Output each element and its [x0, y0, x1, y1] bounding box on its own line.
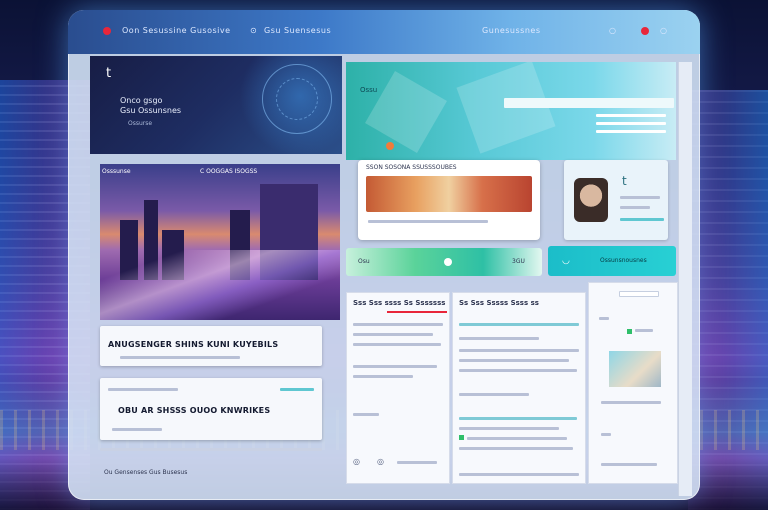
section-right-heading: Ss Sss Sssss Ssss ss	[459, 299, 539, 307]
left-column: t Onco gsgo Gsu Ossunsnes Ossurse Osssun…	[90, 56, 342, 500]
teal-bar-text: Ossunsnousnes	[600, 257, 647, 264]
content-column-center: Ss Sss Sssss Ssss ss	[452, 292, 586, 484]
green-bar-value: Osu	[358, 258, 370, 265]
close-icon[interactable]	[103, 27, 111, 35]
scrollbar[interactable]	[678, 62, 692, 496]
article-card-1[interactable]: ANUGSENGER SHINS KUNI KUYEBILS	[100, 326, 322, 366]
back-icon[interactable]: t	[106, 66, 111, 81]
red-accent-line	[387, 311, 447, 313]
profile-glyph: t	[622, 174, 627, 188]
green-bar-code: 3GU	[512, 258, 525, 265]
profile-card[interactable]: t	[564, 160, 668, 240]
play-icon[interactable]	[444, 258, 452, 266]
titlebar-left-text: Oon Sesussine Gusosive	[122, 26, 231, 35]
city-image	[100, 164, 340, 320]
record-icon[interactable]	[641, 27, 649, 35]
sidebar-right	[588, 282, 678, 484]
banner-marker	[386, 142, 394, 150]
settings-icon[interactable]: ○	[609, 26, 616, 35]
top-banner: Ossu	[346, 62, 676, 160]
food-card[interactable]: SSON SOSONA SSUSSSOUBES	[358, 160, 540, 240]
status-dot-icon	[459, 435, 464, 440]
titlebar-right-text: Gunesussnes	[482, 26, 541, 35]
section-left-heading: Sss Sss ssss Ss Sssssss	[353, 299, 446, 307]
food-card-label: SSON SOSONA SSUSSSOUBES	[366, 164, 457, 171]
like-icon[interactable]: ◎	[353, 457, 360, 466]
sidebar-thumbnail[interactable]	[609, 351, 661, 387]
titlebar-center-text: Gsu Suensesus	[264, 26, 332, 35]
comment-icon[interactable]: ◎	[377, 457, 384, 466]
share-icon[interactable]: ◡	[562, 256, 570, 266]
city-caption-left: Osssunse	[102, 168, 131, 175]
hero-line-2: Gsu Ossunsnes	[120, 106, 182, 115]
hero-line-3: Ossurse	[128, 120, 153, 127]
content-column-left: Sss Sss ssss Ss Sssssss ◎ ◎	[346, 292, 450, 484]
hero-ring-inner-graphic	[276, 78, 318, 120]
city-caption-right: C OOGGAS ISOGSS	[200, 168, 258, 175]
avatar	[574, 178, 608, 222]
food-image	[366, 176, 532, 212]
search-icon[interactable]: ⊙	[250, 26, 257, 35]
teal-action-bar[interactable]: ◡ Ossunsnousnes	[548, 246, 676, 276]
sidebar-status-icon	[627, 329, 632, 334]
article-card-2[interactable]: OBU AR SHSSS OUOO KNWRIKES	[100, 378, 322, 440]
article-card-2-title: OBU AR SHSSS OUOO KNWRIKES	[118, 406, 271, 415]
power-icon[interactable]: ○	[660, 26, 667, 35]
app-window: Oon Sesussine Gusosive ⊙ Gsu Suensesus G…	[68, 10, 700, 500]
left-footer-text: Ou Gensenses Gus Busesus	[104, 469, 188, 476]
banner-label: Ossu	[360, 86, 378, 94]
article-card-1-title: ANUGSENGER SHINS KUNI KUYEBILS	[108, 340, 279, 349]
hero-line-1: Onco gsgo	[120, 96, 163, 105]
green-action-bar[interactable]: Osu 3GU	[346, 248, 542, 276]
title-bar: Oon Sesussine Gusosive ⊙ Gsu Suensesus G…	[68, 10, 700, 54]
hero-header: t Onco gsgo Gsu Ossunsnes Ossurse	[90, 56, 342, 154]
